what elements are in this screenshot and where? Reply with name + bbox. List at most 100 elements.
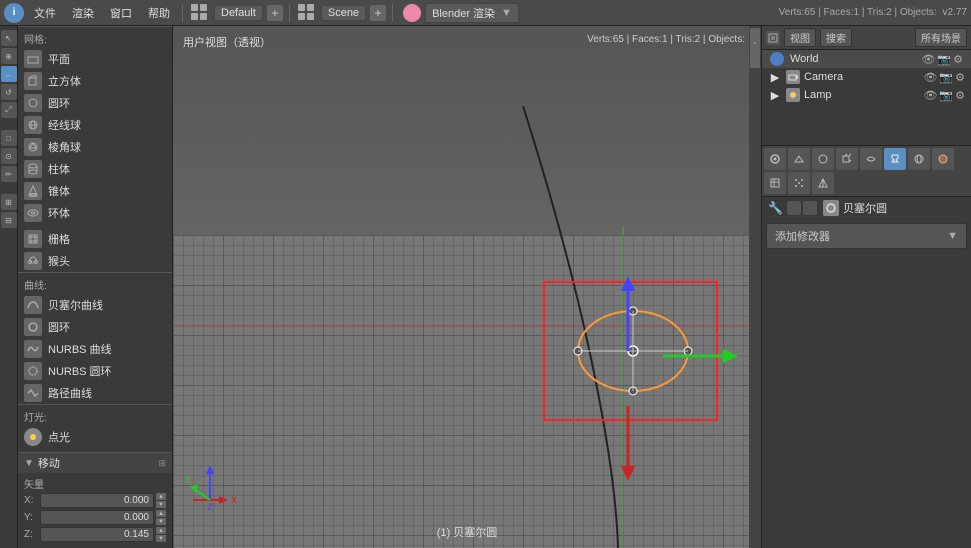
transform-header[interactable]: ▼ 移动 ⊞ xyxy=(18,453,172,473)
item-torus[interactable]: 环体 xyxy=(18,202,172,224)
z-up-btn[interactable]: ▲ xyxy=(156,527,166,534)
item-path[interactable]: 路径曲线 xyxy=(18,382,172,404)
world-props-icon[interactable] xyxy=(812,148,834,170)
x-up-btn[interactable]: ▲ xyxy=(156,493,166,500)
material-props-icon[interactable] xyxy=(932,148,954,170)
shader-icon xyxy=(803,201,817,215)
x-value[interactable]: 0.000 xyxy=(40,493,154,508)
world-render-icon[interactable]: 📷 xyxy=(937,53,951,66)
y-value[interactable]: 0.000 xyxy=(40,510,154,525)
engine-select[interactable]: Blender 渲染 ▼ xyxy=(425,3,519,23)
item-uvsphere[interactable]: 经线球 xyxy=(18,114,172,136)
world-label: World xyxy=(790,53,819,65)
world-settings-icon[interactable]: ⚙ xyxy=(953,53,963,66)
tool-icon-3[interactable]: ↔ xyxy=(1,66,17,82)
view-btn[interactable]: 视图 xyxy=(784,28,816,47)
workspace-tab[interactable]: Default xyxy=(214,5,263,21)
y-label: Y: xyxy=(24,512,38,523)
item-icosphere[interactable]: 棱角球 xyxy=(18,136,172,158)
z-value[interactable]: 0.145 xyxy=(40,527,154,542)
tool-icon-10[interactable]: ⊟ xyxy=(1,212,17,228)
filter-btn[interactable]: 所有场景 xyxy=(915,28,967,47)
uvsphere-label: 经线球 xyxy=(48,117,81,133)
item-point-light[interactable]: 点光 xyxy=(18,426,172,448)
modifier-props-icon[interactable] xyxy=(884,148,906,170)
nurbs-label: NURBS 曲线 xyxy=(48,341,112,357)
tool-icon-7[interactable]: ⊙ xyxy=(1,148,17,164)
scene-props-icon[interactable] xyxy=(788,148,810,170)
tool-icon-5[interactable]: ⤢ xyxy=(1,102,17,118)
left-tool-panel: ↖ ⊕ ↔ ↺ ⤢ □ ⊙ ✏ ⊞ ⊟ xyxy=(0,26,18,548)
menu-render[interactable]: 渲染 xyxy=(66,3,100,23)
item-nurbs[interactable]: NURBS 曲线 xyxy=(18,338,172,360)
chain-icon xyxy=(787,201,801,215)
lamp-item[interactable]: ▶ Lamp 👁 📷 ⚙ xyxy=(762,86,971,104)
camera-eye-icon[interactable]: 👁 xyxy=(923,71,937,84)
tool-icon-9[interactable]: ⊞ xyxy=(1,194,17,210)
add-modifier-btn[interactable]: 添加修改器 ▼ xyxy=(766,223,967,249)
tool-icon-8[interactable]: ✏ xyxy=(1,166,17,182)
tool-icon-2[interactable]: ⊕ xyxy=(1,48,17,64)
item-circle[interactable]: 圆环 xyxy=(18,92,172,114)
camera-settings-icon[interactable]: ⚙ xyxy=(955,71,965,84)
add-scene-btn[interactable]: + xyxy=(370,5,386,21)
camera-render-icon[interactable]: 📷 xyxy=(939,71,953,84)
search-btn[interactable]: 搜索 xyxy=(820,28,852,47)
item-bezier-circle[interactable]: 圆环 xyxy=(18,316,172,338)
menu-file[interactable]: 文件 xyxy=(28,3,62,23)
tool-icon-1[interactable]: ↖ xyxy=(1,30,17,46)
texture-props-icon[interactable] xyxy=(764,172,786,194)
right-panel: 视图 搜索 所有场景 World 👁 📷 ⚙ ▶ Cam xyxy=(761,26,971,548)
x-down-btn[interactable]: ▼ xyxy=(156,501,166,508)
item-cone[interactable]: 锥体 xyxy=(18,180,172,202)
menu-help[interactable]: 帮助 xyxy=(142,3,176,23)
outliner-icon[interactable] xyxy=(766,31,780,45)
constraint-props-icon[interactable] xyxy=(860,148,882,170)
camera-item[interactable]: ▶ Camera 👁 📷 ⚙ xyxy=(762,68,971,86)
divider-2 xyxy=(289,4,290,22)
scene-tab[interactable]: Scene xyxy=(321,5,366,21)
viewport[interactable]: 用户视图（透视） Verts:65 | Faces:1 | Tris:2 | O… xyxy=(173,26,761,548)
item-nurbs-circle[interactable]: NURBS 圆环 xyxy=(18,360,172,382)
section-header-mesh: 网格: xyxy=(18,26,172,48)
y-up-btn[interactable]: ▲ xyxy=(156,510,166,517)
tool-icon-6[interactable]: □ xyxy=(1,130,17,146)
grid-label: 栅格 xyxy=(48,231,70,247)
point-light-label: 点光 xyxy=(48,429,70,445)
item-cube[interactable]: 立方体 xyxy=(18,70,172,92)
item-monkey[interactable]: 猴头 xyxy=(18,250,172,272)
world-item[interactable]: World 👁 📷 ⚙ xyxy=(762,50,971,68)
data-props-icon[interactable] xyxy=(908,148,930,170)
world-eye-icon[interactable]: 👁 xyxy=(921,53,935,66)
particles-props-icon[interactable] xyxy=(788,172,810,194)
grid-icon xyxy=(24,230,42,248)
lamp-settings-icon[interactable]: ⚙ xyxy=(955,89,965,102)
blender-info-icon[interactable]: i xyxy=(4,3,24,23)
item-cylinder[interactable]: 柱体 xyxy=(18,158,172,180)
layout-grid-icon xyxy=(191,4,208,21)
item-grid[interactable]: 栅格 xyxy=(18,228,172,250)
viewport-scrollbar-v[interactable] xyxy=(749,26,761,548)
menu-window[interactable]: 窗口 xyxy=(104,3,138,23)
vector-section: 矢量 X: 0.000 ▲ ▼ Y: 0.000 xyxy=(18,473,172,548)
nurbs-circle-label: NURBS 圆环 xyxy=(48,363,112,379)
monkey-label: 猴头 xyxy=(48,253,70,269)
viewport-dot-menu[interactable]: · xyxy=(752,34,757,50)
tool-icon-4[interactable]: ↺ xyxy=(1,84,17,100)
viewport-sky xyxy=(173,26,761,261)
item-plane[interactable]: 平面 xyxy=(18,48,172,70)
physics-props-icon[interactable] xyxy=(812,172,834,194)
z-down-btn[interactable]: ▼ xyxy=(156,535,166,542)
lamp-render-icon[interactable]: 📷 xyxy=(939,89,953,102)
x-label: X: xyxy=(24,495,38,506)
section-header-light: 灯光: xyxy=(18,404,172,426)
lamp-eye-icon[interactable]: 👁 xyxy=(923,89,937,102)
props-toolbar xyxy=(762,146,971,197)
y-down-btn[interactable]: ▼ xyxy=(156,518,166,525)
object-props-icon[interactable] xyxy=(836,148,858,170)
vector-label: 矢量 xyxy=(22,475,168,492)
render-props-icon[interactable] xyxy=(764,148,786,170)
monkey-icon xyxy=(24,252,42,270)
add-workspace-btn[interactable]: + xyxy=(267,5,283,21)
item-bezier[interactable]: 贝塞尔曲线 xyxy=(18,294,172,316)
